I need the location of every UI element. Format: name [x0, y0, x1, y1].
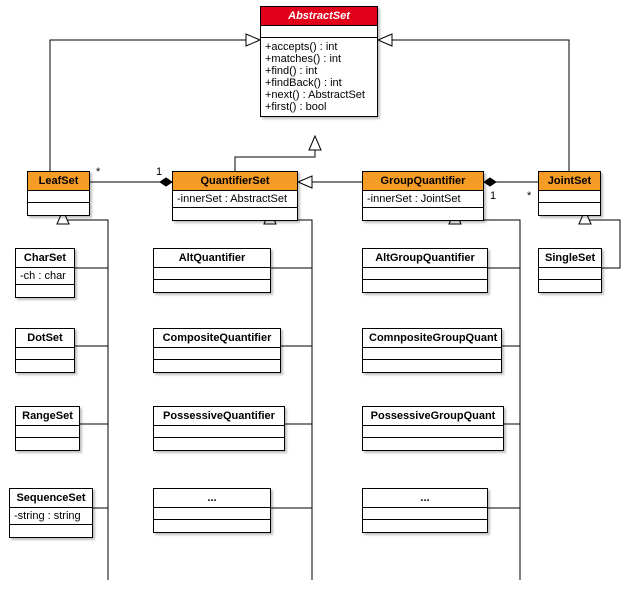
class-title: LeafSet — [28, 172, 89, 191]
class-title: AltGroupQuantifier — [363, 249, 487, 268]
class-title: CharSet — [16, 249, 74, 268]
class-attrs — [154, 508, 270, 520]
class-leafset: LeafSet — [27, 171, 90, 216]
method-row: +next() : AbstractSet — [265, 89, 373, 101]
method-row: +first() : bool — [265, 101, 373, 113]
class-attrs: -innerSet : JointSet — [363, 191, 483, 208]
class-ops — [28, 203, 89, 215]
class-attrs: -innerSet : AbstractSet — [173, 191, 297, 208]
class-attrs: -string : string — [10, 508, 92, 525]
class-title: AbstractSet — [261, 7, 377, 26]
class-ops — [10, 525, 92, 537]
class-title: SingleSet — [539, 249, 601, 268]
class-attrs — [261, 26, 377, 38]
mult-leaf-star: * — [96, 166, 100, 178]
class-title: PossessiveQuantifier — [154, 407, 284, 426]
method-row: +findBack() : int — [265, 77, 373, 89]
class-ops — [16, 438, 79, 450]
class-ops — [363, 438, 503, 450]
class-ops — [154, 438, 284, 450]
class-compositequantifier: CompositeQuantifier — [153, 328, 281, 373]
class-ops — [173, 208, 297, 220]
class-title: SequenceSet — [10, 489, 92, 508]
method-row: +accepts() : int — [265, 41, 373, 53]
class-ops — [363, 280, 487, 292]
class-attrs — [363, 426, 503, 438]
class-title: GroupQuantifier — [363, 172, 483, 191]
class-ops — [16, 285, 74, 297]
class-attrs — [28, 191, 89, 203]
class-attrs — [154, 426, 284, 438]
class-title: ... — [154, 489, 270, 508]
class-title: ... — [363, 489, 487, 508]
class-title: ComnpositeGroupQuant — [363, 329, 501, 348]
class-ops — [154, 360, 280, 372]
method-row: +matches() : int — [265, 53, 373, 65]
class-dotset: DotSet — [15, 328, 75, 373]
class-attrs — [154, 348, 280, 360]
mult-joint-star: * — [527, 190, 531, 202]
class-title: JointSet — [539, 172, 600, 191]
class-possessivegroupquant: PossessiveGroupQuant — [362, 406, 504, 451]
class-ops — [363, 360, 501, 372]
class-ops — [154, 280, 270, 292]
class-ops — [363, 208, 483, 220]
class-groupquantifier: GroupQuantifier -innerSet : JointSet — [362, 171, 484, 221]
mult-leaf-one: 1 — [156, 166, 162, 178]
class-title: QuantifierSet — [173, 172, 297, 191]
class-methods: +accepts() : int +matches() : int +find(… — [261, 38, 377, 116]
class-rangeset: RangeSet — [15, 406, 80, 451]
class-jointset: JointSet — [538, 171, 601, 216]
class-title: AltQuantifier — [154, 249, 270, 268]
class-group-etc: ... — [362, 488, 488, 533]
mult-joint-one: 1 — [490, 190, 496, 202]
class-ops — [154, 520, 270, 532]
class-attrs — [363, 508, 487, 520]
class-altquantifier: AltQuantifier — [153, 248, 271, 293]
class-title: PossessiveGroupQuant — [363, 407, 503, 426]
class-attrs — [539, 191, 600, 203]
class-quantifierset: QuantifierSet -innerSet : AbstractSet — [172, 171, 298, 221]
class-attrs — [363, 268, 487, 280]
class-ops — [539, 280, 601, 292]
class-attrs — [539, 268, 601, 280]
class-attrs — [363, 348, 501, 360]
class-title: CompositeQuantifier — [154, 329, 280, 348]
class-altgroupquantifier: AltGroupQuantifier — [362, 248, 488, 293]
method-row: +find() : int — [265, 65, 373, 77]
class-attrs — [16, 426, 79, 438]
uml-canvas: * 1 1 * AbstractSet +accepts() : int +ma… — [0, 0, 640, 602]
class-attrs — [16, 348, 74, 360]
class-sequenceset: SequenceSet -string : string — [9, 488, 93, 538]
class-compositegroupquant: ComnpositeGroupQuant — [362, 328, 502, 373]
class-charset: CharSet -ch : char — [15, 248, 75, 298]
class-quant-etc: ... — [153, 488, 271, 533]
class-attrs: -ch : char — [16, 268, 74, 285]
class-abstractset: AbstractSet +accepts() : int +matches() … — [260, 6, 378, 117]
class-possessivequantifier: PossessiveQuantifier — [153, 406, 285, 451]
class-ops — [363, 520, 487, 532]
class-attrs — [154, 268, 270, 280]
class-ops — [539, 203, 600, 215]
class-title: RangeSet — [16, 407, 79, 426]
class-title: DotSet — [16, 329, 74, 348]
class-singleset: SingleSet — [538, 248, 602, 293]
class-ops — [16, 360, 74, 372]
